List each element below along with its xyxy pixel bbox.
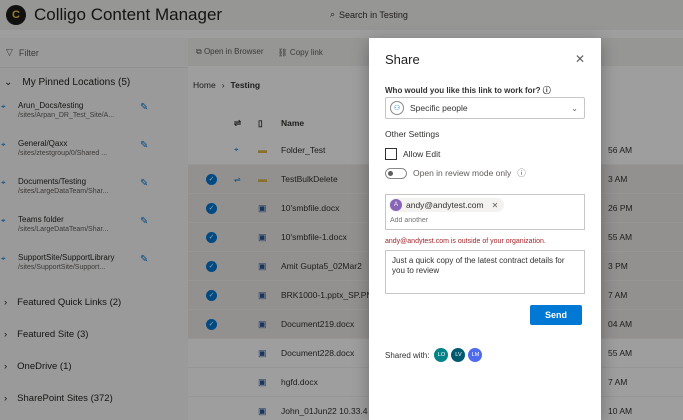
info-icon[interactable]: ⓘ [543,86,551,95]
send-button[interactable]: Send [530,305,582,325]
link-audience-value: Specific people [410,103,468,113]
share-dialog-title: Share [385,52,420,67]
recipient-picker[interactable]: A andy@andytest.com ✕ [385,194,585,230]
add-recipient-input[interactable] [390,217,570,224]
recipient-chip: A andy@andytest.com ✕ [389,198,505,212]
share-dialog: Share ✕ Who would you like this link to … [369,38,601,420]
recipient-email: andy@andytest.com [406,200,484,210]
remove-recipient-icon[interactable]: ✕ [492,201,499,210]
allow-edit-option[interactable]: Allow Edit [385,148,440,160]
recipient-avatar: A [390,199,402,211]
review-mode-option[interactable]: Open in review mode only ⓘ [385,167,526,179]
link-audience-label: Who would you like this link to work for… [385,86,541,95]
review-mode-label: Open in review mode only [413,168,512,178]
shared-with-list: Shared with: LO LV LM [385,348,483,362]
review-mode-toggle[interactable] [385,167,407,179]
shared-user-avatar[interactable]: LV [451,348,466,362]
allow-edit-label: Allow Edit [403,149,441,159]
shared-with-label: Shared with: [385,350,430,360]
close-icon[interactable]: ✕ [575,52,585,66]
other-settings-heading: Other Settings [385,129,440,139]
link-audience-question: Who would you like this link to work for… [385,85,551,96]
share-message-input[interactable]: Just a quick copy of the latest contract… [385,250,585,294]
link-audience-dropdown[interactable]: ⚇ Specific people ⌄ [385,97,585,119]
chevron-down-icon: ⌄ [571,103,578,113]
people-icon: ⚇ [390,101,404,115]
allow-edit-checkbox[interactable] [385,148,397,160]
info-icon[interactable]: ⓘ [517,167,526,179]
shared-user-avatar[interactable]: LO [434,348,449,362]
shared-user-avatar[interactable]: LM [468,348,483,362]
external-recipient-error: andy@andytest.com is outside of your org… [385,238,546,245]
